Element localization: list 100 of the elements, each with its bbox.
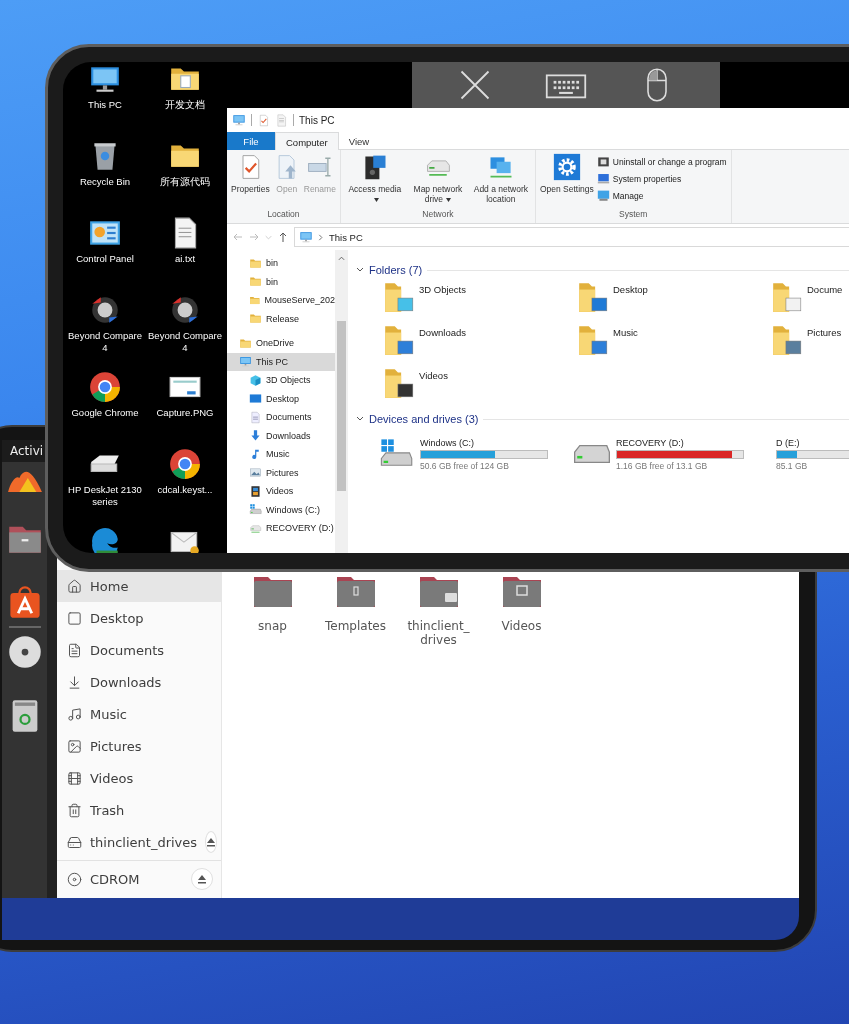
section-header[interactable]: Devices and drives (3) [369, 413, 479, 425]
sidebar-item[interactable]: Documents [57, 634, 221, 666]
icon-label: 开发文档 [165, 99, 205, 111]
folder-label[interactable]: Docume [807, 280, 843, 295]
film-icon [67, 770, 82, 786]
ribbon-button[interactable]: Access media [344, 153, 405, 209]
folder-icon [576, 280, 610, 314]
nav-item[interactable]: MouseServe_202 [227, 291, 335, 310]
folder-icon [770, 323, 804, 357]
drive-label[interactable]: RECOVERY (D:) [616, 437, 744, 448]
sidebar-item[interactable]: Home [57, 570, 221, 602]
folder-icon [239, 336, 252, 350]
ribbon-button[interactable]: Map network drive [407, 153, 468, 209]
scroll-up-icon[interactable] [338, 256, 345, 261]
nav-item[interactable]: RECOVERY (D:) [227, 519, 335, 538]
monitor-icon [596, 172, 610, 185]
up-icon[interactable] [278, 231, 288, 243]
ribbon-tab[interactable]: View [338, 132, 380, 150]
folder-icon [249, 275, 262, 289]
nav-item[interactable]: Release [227, 309, 335, 328]
group-label: Network [421, 209, 455, 221]
address-bar[interactable]: This PC [294, 227, 849, 247]
nav-item[interactable]: bin [227, 254, 335, 273]
nav-item[interactable]: bin [227, 272, 335, 291]
computer-icon [239, 355, 252, 369]
nav-item[interactable]: This PC [227, 352, 335, 371]
ribbon-button[interactable]: Manage [596, 189, 727, 202]
drive-icon [249, 503, 262, 517]
sidebar-item[interactable]: Desktop [57, 602, 221, 634]
nav-item[interactable]: 3D Objects [227, 371, 335, 390]
folder-label: snap [258, 619, 287, 633]
sidebar-item[interactable]: CDROM [57, 863, 221, 895]
nav-item[interactable]: Pictures [227, 463, 335, 482]
folder-label[interactable]: Pictures [807, 323, 842, 338]
folder-label: thinclient_ drives [407, 619, 470, 647]
folder-label[interactable]: 3D Objects [419, 280, 466, 295]
sidebar-item[interactable]: Music [57, 698, 221, 730]
icon-label: cdcal.keyst... [157, 484, 213, 496]
nav-item[interactable]: OneDrive [227, 334, 335, 353]
folder-label[interactable]: Downloads [419, 323, 466, 338]
sidebar-item[interactable]: thinclient_drives [57, 826, 221, 858]
nav-item[interactable]: Videos [227, 482, 335, 501]
icon-label: 所有源代码 [160, 176, 210, 188]
folder-label[interactable]: Music [613, 323, 638, 338]
activities-label[interactable]: Activi [10, 444, 44, 458]
section-header[interactable]: Folders (7) [369, 264, 423, 276]
scrollbar[interactable] [335, 250, 348, 553]
eject-icon [197, 874, 207, 884]
sidebar-item[interactable]: Pictures [57, 730, 221, 762]
ribbon-button[interactable]: Properties [231, 153, 270, 209]
eject-button[interactable] [205, 831, 218, 853]
free-space-text: 85.1 GB [776, 460, 809, 471]
ribbon-tab[interactable]: File [227, 132, 275, 150]
icon-label: Google Chrome [71, 407, 139, 419]
checklist-icon [257, 113, 270, 127]
ribbon-button[interactable]: System properties [596, 172, 727, 185]
picture-icon [249, 466, 262, 480]
film-icon [249, 484, 262, 498]
computer-icon [299, 230, 313, 244]
nav-item[interactable]: Downloads [227, 426, 335, 445]
chevron-icon[interactable] [356, 415, 364, 423]
download-icon [67, 674, 82, 690]
folder-icon [382, 280, 416, 314]
desktop-icon [249, 392, 262, 406]
nav-item[interactable]: Windows (C:) [227, 500, 335, 519]
desktop-icon [67, 610, 82, 626]
folder-icon [249, 256, 262, 270]
folder-icon [382, 366, 416, 400]
drive-label[interactable]: D (E:) [776, 437, 849, 448]
icon-label: This PC [88, 99, 122, 111]
ribbon-button[interactable]: Uninstall or change a program [596, 155, 727, 168]
folder-icon [382, 323, 416, 357]
disc-icon [6, 634, 43, 670]
folder-label[interactable]: Videos [419, 366, 448, 381]
cube-icon [249, 373, 262, 387]
document-icon [249, 410, 262, 424]
drive-icon [574, 445, 610, 463]
ribbon-button[interactable]: Open Settings [539, 153, 594, 209]
group-label: System [618, 209, 649, 221]
drive-label[interactable]: Windows (C:) [420, 437, 548, 448]
picture-icon [67, 738, 82, 754]
sidebar-item[interactable]: Trash [57, 794, 221, 826]
free-space-text: 50.6 GB free of 124 GB [420, 460, 510, 471]
trash-icon [67, 802, 82, 818]
document-icon [67, 642, 82, 658]
sidebar-item[interactable]: Videos [57, 762, 221, 794]
nav-item[interactable]: Desktop [227, 389, 335, 408]
folder-label[interactable]: Desktop [613, 280, 648, 295]
chevron-icon[interactable] [356, 266, 364, 274]
ribbon-button[interactable]: Add a network location [470, 153, 531, 209]
group-label: Location [266, 209, 301, 221]
icon-label: Recycle Bin [79, 176, 131, 188]
computer-icon [232, 113, 246, 127]
chevron-right-icon [318, 233, 324, 241]
sidebar-item[interactable]: Downloads [57, 666, 221, 698]
nav-item[interactable]: Documents [227, 408, 335, 427]
eject-button[interactable] [191, 868, 213, 890]
music-icon [67, 706, 82, 722]
folder-icon [249, 312, 262, 326]
nav-item[interactable]: Music [227, 445, 335, 464]
